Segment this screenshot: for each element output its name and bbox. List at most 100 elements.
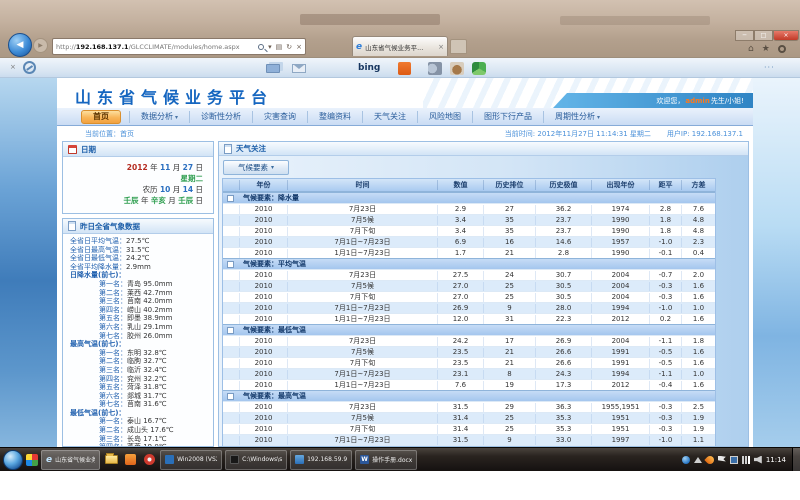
blocked-icon[interactable] [23, 61, 36, 74]
table-row[interactable]: 20107月23日31.52936.31955,1951-0.32.5 [223, 401, 715, 412]
status-row: 当前位置：首页 当前时间: 2012年11月27日 11:14:31 星期二 用… [57, 126, 753, 141]
new-tab-button[interactable] [450, 39, 467, 54]
nav-item-诊断性分析[interactable]: 诊断性分析 [189, 111, 252, 123]
plugin-icon[interactable] [398, 62, 411, 75]
climate-element-label: 气候要素 [238, 162, 268, 173]
table-row[interactable]: 20101月1日~7月23日1.7212.81990-0.10.4 [223, 247, 715, 258]
address-bar[interactable]: http://192.168.137.1/GLCCLIMATE/modules/… [52, 38, 306, 55]
action-center-flag-icon[interactable] [718, 456, 726, 464]
recycle-icon[interactable] [472, 62, 486, 75]
table-row[interactable]: 20107月23日24.21726.92004-1.11.8 [223, 335, 715, 346]
cell-time: 1月1日~7月23日 [287, 381, 437, 390]
nav-item-图形下行产品[interactable]: 图形下行产品 [472, 111, 543, 123]
table-row[interactable]: 20107月1日~7月23日6.91614.61957-1.02.3 [223, 236, 715, 247]
forward-button[interactable]: ▶ [33, 38, 48, 53]
nav-item-首页[interactable]: 首页 [81, 110, 121, 124]
taskbar-media-app-button[interactable] [122, 451, 138, 469]
globe-icon[interactable] [682, 456, 690, 464]
start-button[interactable] [3, 450, 23, 470]
taskbar-button[interactable]: 192.168.59.99... [290, 450, 352, 470]
bing-logo[interactable]: bing [358, 63, 380, 73]
cell-value: 6.9 [437, 238, 483, 247]
taskbar-player-button[interactable] [141, 451, 157, 469]
compatibility-view-icon[interactable]: ▤ [276, 43, 283, 51]
group-checkbox[interactable] [227, 393, 234, 400]
minimize-button[interactable]: ─ [735, 30, 754, 41]
nav-item-灾害查询[interactable]: 灾害查询 [252, 111, 307, 123]
rank-value: 临朐 32.7℃ [127, 357, 167, 366]
colored-grid-icon[interactable] [26, 454, 38, 466]
favorites-star-icon[interactable]: ★ [762, 44, 770, 54]
table-row[interactable]: 20101月1日~7月23日7.61917.32012-0.41.6 [223, 379, 715, 390]
table-row[interactable]: 20107月1日~7月23日23.1824.31994-1.11.0 [223, 368, 715, 379]
rank-value: 青岛 95.0mm [127, 280, 172, 289]
cell-anomaly: 1.8 [649, 216, 681, 225]
close-button[interactable]: × [773, 30, 799, 41]
table-row[interactable]: 20107月1日~7月23日31.5933.01997-1.01.1 [223, 434, 715, 445]
nav-item-风险地图[interactable]: 风险地图 [417, 111, 472, 123]
table-row[interactable]: 20107月23日27.52430.72004-0.72.0 [223, 269, 715, 280]
display-icon[interactable] [730, 456, 738, 464]
toolbar-close-icon[interactable]: × [10, 63, 16, 71]
nav-item-整编资料[interactable]: 整编资料 [307, 111, 362, 123]
taskbar-button[interactable]: W操作手册.docx ... [355, 450, 417, 470]
cell-extreme: 23.7 [535, 227, 591, 236]
cell-anomaly: -0.3 [649, 403, 681, 412]
taskbar-button-label: 192.168.59.99... [307, 456, 347, 463]
cell-time: 7月5候 [287, 216, 437, 225]
table-row[interactable]: 20107月下旬27.02530.52004-0.31.6 [223, 291, 715, 302]
show-desktop-button[interactable] [792, 448, 800, 472]
taskbar-button[interactable]: C:\Windows\s... [225, 450, 287, 470]
cell-value: 27.0 [437, 282, 483, 291]
taskbar-ie-button[interactable]: e 山东省气候业务平... [41, 450, 100, 470]
network-icon[interactable] [742, 456, 750, 464]
group-checkbox[interactable] [227, 327, 234, 334]
nav-item-数据分析[interactable]: 数据分析▾ [129, 111, 189, 123]
refresh-icon[interactable]: ↻ [286, 43, 292, 51]
browser-tab[interactable]: e 山东省气候业务平... × [352, 36, 448, 56]
table-row[interactable]: 20107月5候23.52126.61991-0.51.6 [223, 346, 715, 357]
table-row[interactable]: 20107月1日~7月23日26.9928.01994-1.01.0 [223, 302, 715, 313]
show-hidden-icons-icon[interactable] [694, 457, 702, 463]
group-checkbox[interactable] [227, 261, 234, 268]
back-button[interactable]: ◀ [8, 33, 32, 57]
taskbar-button[interactable]: Win2008 (VS2... [160, 450, 222, 470]
nav-item-周期性分析[interactable]: 周期性分析▾ [543, 111, 611, 123]
rank-label: 第二名： [99, 426, 127, 435]
group-checkbox[interactable] [227, 195, 234, 202]
speaker-icon[interactable] [754, 456, 762, 464]
flame-icon[interactable] [704, 454, 715, 465]
cell-rank: 8 [483, 370, 535, 379]
cell-year: 2010 [239, 436, 287, 445]
cards-icon[interactable] [266, 64, 280, 73]
table-row[interactable]: 20107月5候27.02530.52004-0.31.6 [223, 280, 715, 291]
dropdown-arrow-icon[interactable]: ▾ [268, 43, 272, 51]
taskbar-clock[interactable]: 11:14 [766, 456, 786, 464]
search-icon[interactable] [258, 44, 264, 50]
home-icon[interactable]: ⌂ [748, 44, 754, 54]
table-row[interactable]: 20107月下旬3.43523.719901.84.8 [223, 225, 715, 236]
coins-icon[interactable] [428, 62, 442, 75]
cell-variance: 1.6 [681, 381, 715, 390]
nav-item-天气关注[interactable]: 天气关注 [362, 111, 417, 123]
table-row[interactable]: 20101月1日~7月23日12.03122.320120.21.6 [223, 313, 715, 324]
table-row[interactable]: 20107月下旬23.52126.61991-0.51.6 [223, 357, 715, 368]
table-row[interactable]: 20107月23日2.92736.219742.87.6 [223, 203, 715, 214]
cell-extreme-year: 1997 [591, 436, 649, 445]
cell-extreme: 36.3 [535, 403, 591, 412]
settings-gear-icon[interactable] [778, 45, 786, 53]
table-row[interactable]: 20107月下旬31.42535.31951-0.31.9 [223, 423, 715, 434]
toolbar-overflow-dots[interactable]: ··· [764, 63, 775, 72]
stop-icon[interactable]: × [296, 43, 302, 51]
mail-icon[interactable] [292, 64, 306, 73]
taskbar-explorer-button[interactable] [103, 451, 119, 469]
column-header-year: 年份 [239, 180, 287, 190]
maximize-button[interactable]: □ [754, 30, 773, 41]
tab-close-icon[interactable]: × [438, 43, 444, 51]
table-row[interactable]: 20107月5候3.43523.719901.84.8 [223, 214, 715, 225]
chevron-down-icon: ▾ [271, 164, 274, 171]
cell-extreme-year: 2004 [591, 271, 649, 280]
table-row[interactable]: 20107月5候31.42535.31951-0.31.9 [223, 412, 715, 423]
climate-element-button[interactable]: 气候要素 ▾ [223, 160, 289, 175]
paw-icon[interactable] [450, 62, 464, 75]
